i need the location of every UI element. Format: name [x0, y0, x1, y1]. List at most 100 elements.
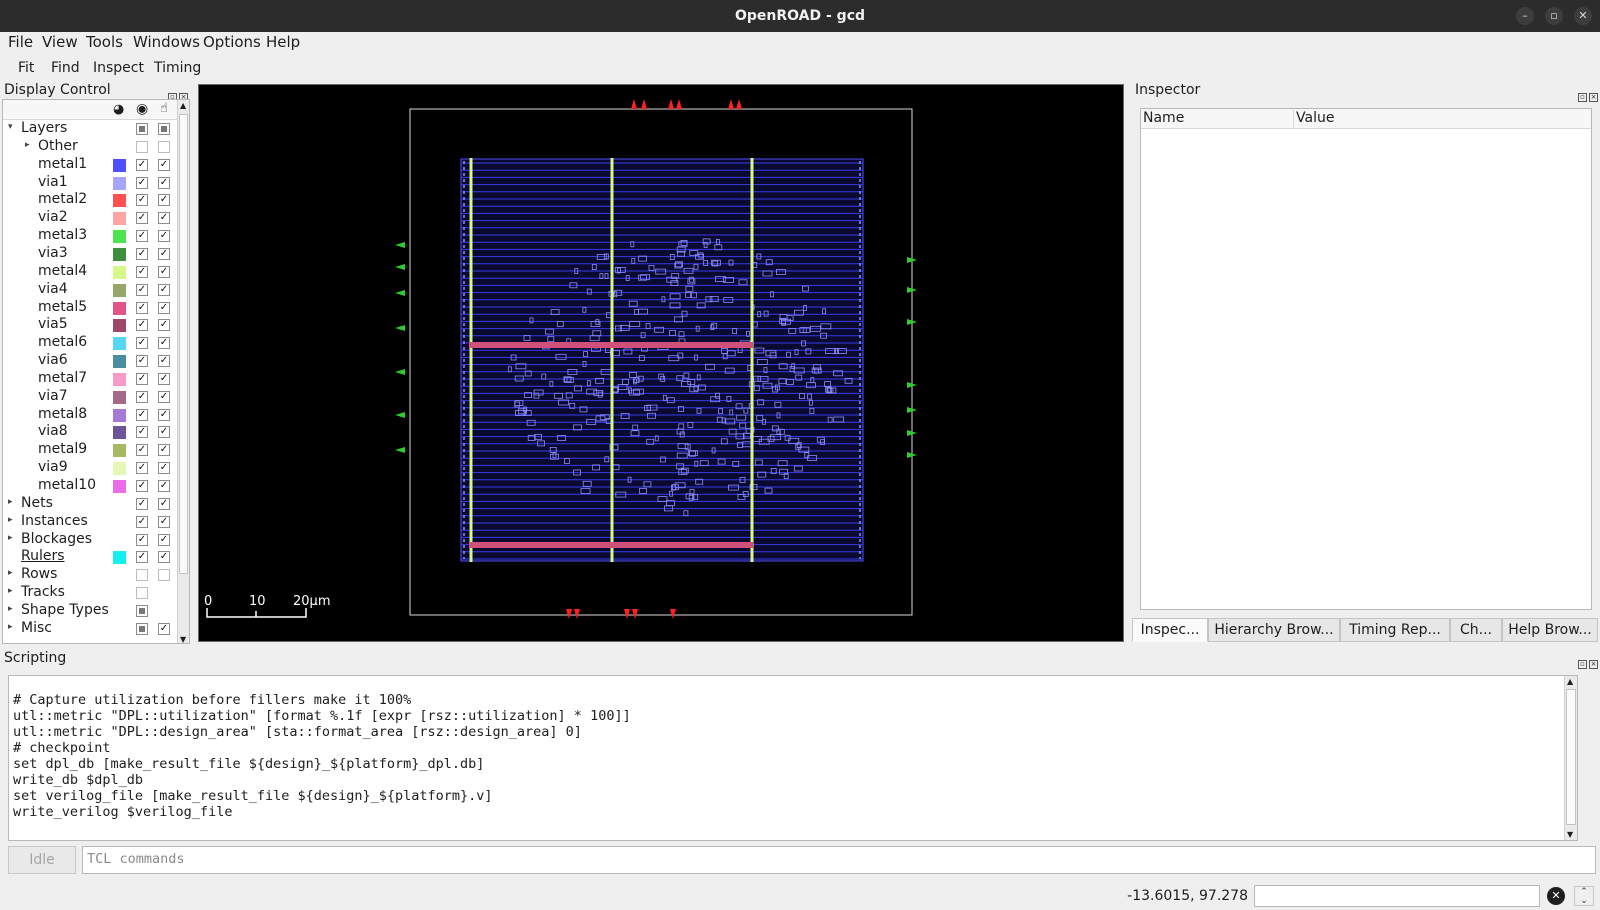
- visible-checkbox[interactable]: ✓: [136, 551, 148, 564]
- clear-icon[interactable]: ✕: [1547, 887, 1565, 905]
- collapsed-arrow-icon[interactable]: ▸: [8, 568, 13, 578]
- layer-row[interactable]: via8 ✓ ✓: [3, 423, 179, 441]
- expanded-arrow-icon[interactable]: ▾: [8, 122, 13, 132]
- layer-color-swatch[interactable]: [113, 462, 126, 476]
- layer-color-swatch[interactable]: [113, 283, 126, 297]
- visible-checkbox[interactable]: [136, 140, 148, 153]
- scroll-up-icon[interactable]: ▲: [1567, 677, 1573, 686]
- layer-row[interactable]: ▸ Misc ✓: [3, 620, 179, 638]
- inspector-panel[interactable]: Name Value: [1140, 108, 1592, 610]
- selectable-checkbox[interactable]: ✓: [158, 497, 170, 510]
- layer-color-swatch[interactable]: [113, 319, 126, 333]
- layer-row[interactable]: ▸ Blockages ✓ ✓: [3, 531, 179, 549]
- tab-charts[interactable]: Ch...: [1450, 618, 1502, 642]
- selectable-checkbox[interactable]: ✓: [158, 390, 170, 403]
- visible-checkbox[interactable]: ✓: [136, 319, 148, 332]
- tab-help-browser[interactable]: Help Brow...: [1502, 618, 1598, 642]
- layer-row[interactable]: ▸ Tracks: [3, 584, 179, 602]
- timing-button[interactable]: Timing: [154, 60, 201, 76]
- menu-view[interactable]: View: [42, 33, 78, 51]
- layer-row[interactable]: metal7 ✓ ✓: [3, 370, 179, 388]
- layer-row[interactable]: metal2 ✓ ✓: [3, 191, 179, 209]
- visible-checkbox[interactable]: ✓: [136, 444, 148, 457]
- layer-row[interactable]: ▸ Instances ✓ ✓: [3, 513, 179, 531]
- layer-color-swatch[interactable]: [113, 212, 126, 226]
- layer-row[interactable]: Rulers ✓ ✓: [3, 548, 179, 566]
- inspect-button[interactable]: Inspect: [93, 60, 144, 76]
- layout-canvas[interactable]: 0 10 20μm: [198, 84, 1124, 642]
- close-dock-icon[interactable]: ×: [1589, 93, 1598, 102]
- float-icon[interactable]: ▫: [1578, 660, 1587, 669]
- visible-checkbox[interactable]: ✓: [136, 265, 148, 278]
- selectable-checkbox[interactable]: ✓: [158, 408, 170, 421]
- visible-checkbox[interactable]: ✓: [136, 158, 148, 171]
- idle-button[interactable]: Idle: [8, 846, 76, 874]
- layer-color-swatch[interactable]: [113, 390, 126, 404]
- layer-color-swatch[interactable]: [113, 337, 126, 351]
- tab-inspector[interactable]: Inspec...: [1132, 618, 1208, 642]
- visible-checkbox[interactable]: [136, 587, 148, 600]
- display-control-scrollbar[interactable]: ▲ ▼: [177, 100, 189, 643]
- menu-file[interactable]: File: [8, 33, 33, 51]
- visible-checkbox[interactable]: ✓: [136, 515, 148, 528]
- selectable-checkbox[interactable]: ✓: [158, 444, 170, 457]
- close-dock-icon[interactable]: ×: [1589, 660, 1598, 669]
- layer-row[interactable]: metal10 ✓ ✓: [3, 477, 179, 495]
- collapsed-arrow-icon[interactable]: ▸: [8, 533, 13, 543]
- layer-color-swatch[interactable]: [113, 372, 126, 386]
- layer-row[interactable]: metal9 ✓ ✓: [3, 441, 179, 459]
- script-output[interactable]: # Capture utilization before fillers mak…: [8, 675, 1578, 841]
- layer-row[interactable]: ▾ Layers: [3, 120, 179, 138]
- scrollbar-thumb[interactable]: [1566, 689, 1576, 825]
- visible-checkbox[interactable]: ✓: [136, 337, 148, 350]
- column-name[interactable]: Name: [1143, 110, 1184, 126]
- layer-row[interactable]: via6 ✓ ✓: [3, 352, 179, 370]
- visible-checkbox[interactable]: ✓: [136, 462, 148, 475]
- menu-tools[interactable]: Tools: [86, 33, 123, 51]
- selectable-checkbox[interactable]: ✓: [158, 194, 170, 207]
- scroll-up-icon[interactable]: ▲: [180, 101, 186, 110]
- collapsed-arrow-icon[interactable]: ▸: [25, 140, 30, 150]
- tab-timing-report[interactable]: Timing Rep...: [1340, 618, 1450, 642]
- selectable-checkbox[interactable]: ✓: [158, 176, 170, 189]
- visible-checkbox[interactable]: ✓: [136, 176, 148, 189]
- selectable-checkbox[interactable]: ✓: [158, 515, 170, 528]
- layer-color-swatch[interactable]: [113, 194, 126, 208]
- inspector-dock-buttons[interactable]: ▫ ×: [1578, 87, 1600, 102]
- layer-row[interactable]: via2 ✓ ✓: [3, 209, 179, 227]
- visible-checkbox[interactable]: ✓: [136, 480, 148, 492]
- visible-checkbox[interactable]: ✓: [136, 247, 148, 260]
- collapsed-arrow-icon[interactable]: ▸: [8, 586, 13, 596]
- scrollbar-thumb[interactable]: [179, 114, 188, 574]
- visible-checkbox[interactable]: ✓: [136, 390, 148, 403]
- selectable-checkbox[interactable]: [158, 140, 170, 153]
- selectable-checkbox[interactable]: [158, 569, 170, 582]
- collapsed-arrow-icon[interactable]: ▸: [8, 604, 13, 614]
- display-control-dock-buttons[interactable]: ▫ ×: [168, 87, 190, 102]
- visible-checkbox[interactable]: [136, 123, 148, 135]
- selectable-checkbox[interactable]: [158, 123, 170, 135]
- visible-checkbox[interactable]: ✓: [136, 408, 148, 421]
- layer-row[interactable]: metal8 ✓ ✓: [3, 406, 179, 424]
- selectable-checkbox[interactable]: ✓: [158, 551, 170, 564]
- visible-checkbox[interactable]: ✓: [136, 301, 148, 314]
- selectable-checkbox[interactable]: ✓: [158, 265, 170, 278]
- layer-row[interactable]: metal1 ✓ ✓: [3, 156, 179, 174]
- layer-row[interactable]: ▸ Rows: [3, 566, 179, 584]
- layer-color-swatch[interactable]: [113, 265, 126, 279]
- selectable-checkbox[interactable]: ✓: [158, 426, 170, 439]
- layer-row[interactable]: via4 ✓ ✓: [3, 281, 179, 299]
- menu-options[interactable]: Options: [203, 33, 261, 51]
- layer-color-swatch[interactable]: [113, 480, 126, 493]
- selectable-checkbox[interactable]: ✓: [158, 372, 170, 385]
- scroll-down-icon[interactable]: ▼: [1567, 830, 1573, 839]
- layer-row[interactable]: metal3 ✓ ✓: [3, 227, 179, 245]
- layer-color-swatch[interactable]: [113, 230, 126, 244]
- visible-checkbox[interactable]: ✓: [136, 372, 148, 385]
- visible-checkbox[interactable]: [136, 569, 148, 582]
- layer-row[interactable]: metal4 ✓ ✓: [3, 263, 179, 281]
- layer-color-swatch[interactable]: [113, 158, 126, 172]
- expand-icon[interactable]: ⌃ ⌄: [1574, 886, 1594, 906]
- layer-color-swatch[interactable]: [113, 301, 126, 315]
- layer-row[interactable]: metal5 ✓ ✓: [3, 299, 179, 317]
